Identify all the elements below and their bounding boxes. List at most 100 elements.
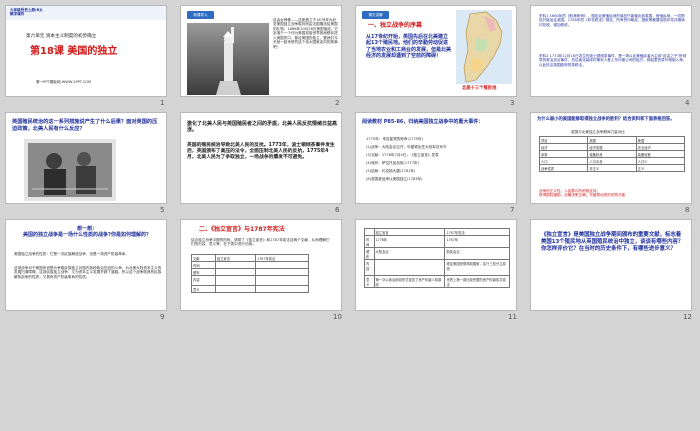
table-header-cell: 英国 bbox=[587, 136, 637, 144]
slide-thumbnail-8[interactable]: 为什么弱小的美国能够取得独立战争的胜利？结合资料和下面表格回答。 英国与北美独立… bbox=[530, 112, 692, 204]
table-cell: 装备较差 bbox=[635, 150, 686, 158]
table-cell: 颁布 bbox=[191, 268, 216, 276]
slide-number: 2 bbox=[335, 99, 340, 107]
explanation-text: 英国的殖民统治导致北美人民的反抗。1773年，波士顿倾茶事件发生后，英国颁布了高… bbox=[187, 143, 335, 160]
table-cell: 第一次以政治纲领形式宣告了资产阶级人权原则 bbox=[373, 275, 446, 288]
table-cell: 正义 bbox=[635, 164, 686, 172]
slide-thumbnail-5[interactable]: 英国殖民统治的这一系列措施说产生了什么后果？面对英国的压迫政策，北美人民有什么反… bbox=[5, 112, 167, 204]
table-cell: 颁布 bbox=[364, 247, 375, 260]
table-row: 内容 规定美国是联邦制国家，实行三权分立原则 bbox=[364, 259, 510, 276]
table-row: 时间 1776年 1787年 bbox=[364, 235, 510, 248]
slide-number: 3 bbox=[510, 99, 515, 107]
section-heading: 一、独立战争的序幕 bbox=[368, 22, 423, 29]
table-row: 经济 经济发展 农业经济 bbox=[538, 143, 686, 151]
answer-text: 激化了北美人民与英国殖民者之间的矛盾，北美人民反抗情绪日益高涨。 bbox=[187, 121, 338, 134]
table-cell: 军事 bbox=[538, 150, 589, 158]
section-tag: 课文讲解 bbox=[362, 11, 389, 19]
table-cell: 1787年 bbox=[444, 235, 510, 248]
slide-number: 6 bbox=[335, 206, 340, 214]
event-item-4: (4)转折：萨拉托加战役(1777年) bbox=[366, 161, 419, 165]
table-cell: 人口少 bbox=[635, 157, 686, 165]
intro-text: 自由女神像——这座矗立于1876年为纪念美国独立战争胜利而由法国赠送给美国的礼物… bbox=[273, 18, 339, 49]
table-header-row: 独立宣言 1787年宪法 bbox=[364, 228, 510, 236]
table-cell: 经济 bbox=[538, 143, 589, 151]
lesson-title: 第18课 美国的独立 bbox=[30, 46, 118, 57]
table-cell: 时间 bbox=[191, 261, 216, 269]
table-header-cell: 美国 bbox=[635, 136, 686, 144]
source-text-2: 史料2 1773年12月16日发生的波士顿倾茶事件，是一场以北美殖民者为主体"自… bbox=[539, 54, 687, 67]
slide-number: 12 bbox=[683, 313, 692, 321]
slide-thumbnail-7[interactable]: 阅读教材 P85-86，归纳美国独立战争中的重大事件： 1775年：来克星顿的枪… bbox=[355, 112, 517, 204]
slide-thumbnail-2[interactable]: 新课导入 自由女神像——这座矗立于1876年为纪念美国独立战争胜利而由法国赠送给… bbox=[180, 5, 342, 97]
event-item-1: 1775年：来克星顿的枪声(1775年) bbox=[366, 137, 424, 141]
slide-header: 九年级历史上册(RJ) 教学课件 bbox=[10, 8, 43, 17]
table-header-cell: 独立宣言 bbox=[214, 254, 257, 262]
nature-answer: 美国独立战争的性质：它是一次民族解放战争，也是一场资产阶级革命。 bbox=[14, 252, 129, 256]
table-cell: 经济发展 bbox=[587, 143, 637, 151]
table-cell: 装备精良 bbox=[587, 150, 637, 158]
table-cell: 农业经济 bbox=[635, 143, 686, 151]
table-header-cell: 独立宣言 bbox=[373, 228, 446, 236]
table-cell: 意义 bbox=[191, 285, 216, 293]
table-header-row: 文献 独立宣言 1787年宪法 bbox=[191, 254, 309, 262]
table-cell: 内容 bbox=[191, 275, 216, 286]
question-heading: 为什么弱小的美国能够取得独立战争的胜利？结合资料和下面表格回答。 bbox=[537, 117, 675, 122]
event-item-6: (6)英国被迫承认美国独立(1783年) bbox=[366, 177, 423, 181]
table-row: 战争性质 非正义 正义 bbox=[538, 164, 686, 172]
think-heading: 想一想： 美国的独立战争是一场什么性质的战争?你是如何理解的？ bbox=[23, 226, 151, 239]
table-cell: 1776年 bbox=[373, 235, 446, 248]
event-item-2: (2)战争：大陆会议召开，华盛顿出任大陆军总司令 bbox=[366, 145, 447, 149]
section-tag: 新课导入 bbox=[187, 11, 214, 19]
table-title: 英国与北美独立战争期间力量对比 bbox=[571, 130, 625, 134]
slide-thumbnail-11[interactable]: 独立宣言 1787年宪法 时间 1776年 1787年 颁布 大陆会议 制宪会议… bbox=[355, 219, 517, 311]
table-header-cell bbox=[364, 228, 375, 236]
table-cell: 人口 bbox=[538, 157, 589, 165]
table-row: 时间 bbox=[191, 261, 309, 269]
table-row: 意义 bbox=[191, 285, 309, 293]
table-header-cell: 1787年宪法 bbox=[255, 254, 309, 262]
conclusion-text: 战争的正义性；人民群众的积极支持； 获得国际援助，战略决策正确；华盛顿优秀的领导… bbox=[539, 189, 626, 198]
table-cell: 规定美国是联邦制国家，实行三权分立原则 bbox=[444, 259, 510, 276]
reading-heading: 阅读教材 P85-86，归纳美国独立战争中的重大事件： bbox=[362, 119, 484, 125]
unit-label: 第六单元 资本主义制度的初步确立 bbox=[26, 34, 97, 39]
event-item-3: (3)文献：1776年7月4日，《独立宣言》发表 bbox=[366, 153, 439, 157]
comparison-table: 项目 英国 美国 经济 经济发展 农业经济 军事 装备精良 装备较差 人口 人口… bbox=[538, 136, 686, 172]
slide-thumbnail-6[interactable]: 激化了北美人民与英国殖民者之间的矛盾，北美人民反抗情绪日益高涨。 英国的殖民统治… bbox=[180, 112, 342, 204]
slide-number: 11 bbox=[508, 313, 517, 321]
map-caption: 北美十三个殖民地 bbox=[462, 86, 497, 91]
slide-number: 1 bbox=[160, 99, 165, 107]
slide-thumbnail-1[interactable]: 九年级历史上册(RJ) 教学课件 第六单元 资本主义制度的初步确立 第18课 美… bbox=[5, 5, 167, 97]
table-cell bbox=[373, 259, 446, 276]
footer-text: 第一PPT模板网-WWW.1PPT.COM bbox=[36, 80, 92, 84]
slide-sorter-grid: 九年级历史上册(RJ) 教学课件 第六单元 资本主义制度的初步确立 第18课 美… bbox=[0, 0, 700, 431]
table-row: 人口 人口众多 人口少 bbox=[538, 157, 686, 165]
slide-number: 9 bbox=[160, 313, 165, 321]
statue-of-liberty-photo bbox=[187, 23, 269, 95]
table-cell: 内容 bbox=[364, 259, 375, 276]
table-row: 颁布 bbox=[191, 268, 309, 276]
slide-thumbnail-9[interactable]: 想一想： 美国的独立战争是一场什么性质的战争?你是如何理解的？ 美国独立战争的性… bbox=[5, 219, 167, 311]
discussion-question: 《独立宣言》是美国独立战争期间颁布的重要文献，标志着美国13个殖民地从英国殖民统… bbox=[541, 232, 684, 252]
instruction-text: 结合独立战争中期的阶段，请带了《独立宣言》和1787年宪法这两个文献，从而理解它… bbox=[191, 238, 330, 247]
table-cell: 制宪会议 bbox=[444, 247, 510, 260]
slide-thumbnail-12[interactable]: 《独立宣言》是美国独立战争期间颁布的重要文献，标志着美国13个殖民地从英国殖民统… bbox=[530, 219, 692, 311]
body-text: 从17世纪开始，英国先后在北美建立起13个殖民地。他们的辛勤劳动促进了当地农业和… bbox=[366, 34, 452, 59]
nature-explanation: 这场战争对于美国来说是为争取民族独立对国内各种政治压迫的斗争，为北美大陆资本主义… bbox=[14, 266, 162, 279]
slide-thumbnail-4[interactable]: 史料1 1660年的《航海条例》，规定北美殖民地的商品只能输出到英国，而殖民地，… bbox=[530, 5, 692, 97]
table-cell: 战争性质 bbox=[538, 164, 589, 172]
slide-number: 8 bbox=[685, 206, 690, 214]
source-text-1: 史料1 1660年的《航海条例》，规定北美殖民地的商品只能输出到英国，而殖民地，… bbox=[539, 14, 685, 27]
document-table: 文献 独立宣言 1787年宪法 时间 颁布 内容 意义 bbox=[191, 254, 309, 293]
table-cell: 世界上第一部比较完整的资产阶级成文宪法 bbox=[444, 275, 510, 288]
historical-engraving-image bbox=[24, 139, 116, 201]
thirteen-colonies-map bbox=[456, 10, 512, 84]
table-header-cell: 项目 bbox=[538, 136, 589, 144]
slide-thumbnail-10[interactable]: 二、《独立宣言》与1787年宪法 结合独立战争中期的阶段，请带了《独立宣言》和1… bbox=[180, 219, 342, 311]
slide-thumbnail-3[interactable]: 课文讲解 一、独立战争的序幕 从17世纪开始，英国先后在北美建立起13个殖民地。… bbox=[355, 5, 517, 97]
slide-number: 5 bbox=[160, 206, 165, 214]
table-cell: 大陆会议 bbox=[373, 247, 446, 260]
table-cell: 人口众多 bbox=[587, 157, 637, 165]
table-row: 内容 bbox=[191, 275, 309, 286]
document-summary-table: 独立宣言 1787年宪法 时间 1776年 1787年 颁布 大陆会议 制宪会议… bbox=[364, 228, 510, 288]
table-cell: 时间 bbox=[364, 235, 375, 248]
